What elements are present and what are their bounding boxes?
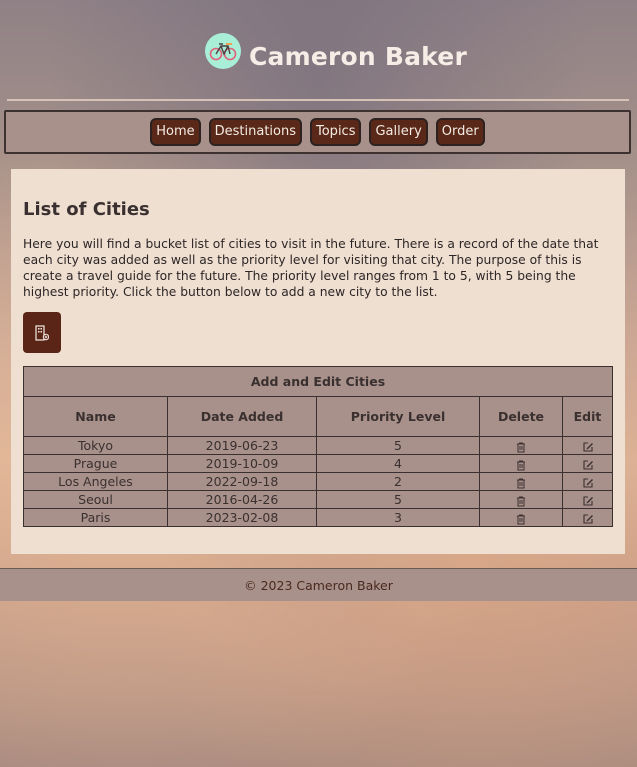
priority-cell: 5	[316, 490, 480, 509]
delete-cell	[479, 472, 563, 491]
footer-copyright: © 2023 Cameron Baker	[244, 577, 393, 593]
priority-cell: 4	[316, 454, 480, 473]
trash-icon[interactable]	[515, 459, 527, 471]
column-header-delete: Delete	[479, 396, 563, 437]
priority-cell: 2	[316, 472, 480, 491]
table-row: Seoul 2016-04-26 5	[23, 490, 613, 509]
cities-table: Add and Edit Cities Name Date Added Prio…	[23, 366, 613, 527]
priority-cell: 5	[316, 436, 480, 455]
delete-cell	[479, 436, 563, 455]
content-panel: List of Cities Here you will find a buck…	[11, 169, 625, 554]
table-row: Paris 2023-02-08 3	[23, 508, 613, 527]
city-name-cell: Prague	[23, 454, 168, 473]
city-name-cell: Tokyo	[23, 436, 168, 455]
edit-icon[interactable]	[582, 513, 594, 525]
city-name-cell: Los Angeles	[23, 472, 168, 491]
table-caption: Add and Edit Cities	[23, 366, 613, 397]
date-added-cell: 2022-09-18	[167, 472, 317, 491]
header-divider	[7, 99, 629, 101]
column-header-edit: Edit	[562, 396, 613, 437]
site-header: Cameron Baker	[0, 0, 637, 101]
delete-cell	[479, 508, 563, 527]
priority-cell: 3	[316, 508, 480, 527]
trash-icon[interactable]	[515, 513, 527, 525]
trash-icon[interactable]	[515, 441, 527, 453]
building-add-icon	[35, 324, 49, 341]
table-row: Tokyo 2019-06-23 5	[23, 436, 613, 455]
edit-cell	[562, 490, 613, 509]
date-added-cell: 2019-10-09	[167, 454, 317, 473]
column-header-name: Name	[23, 396, 168, 437]
nav-order-button[interactable]: Order	[435, 118, 485, 146]
nav-topics-button[interactable]: Topics	[310, 118, 362, 146]
nav-destinations-button[interactable]: Destinations	[208, 118, 302, 146]
edit-cell	[562, 436, 613, 455]
add-city-button[interactable]	[23, 312, 61, 353]
bicycle-logo-icon[interactable]	[205, 33, 241, 69]
edit-cell	[562, 454, 613, 473]
column-header-date-added: Date Added	[167, 396, 317, 437]
edit-icon[interactable]	[582, 459, 594, 471]
edit-cell	[562, 508, 613, 527]
city-name-cell: Seoul	[23, 490, 168, 509]
city-name-cell: Paris	[23, 508, 168, 527]
site-footer: © 2023 Cameron Baker	[0, 568, 637, 601]
delete-cell	[479, 454, 563, 473]
nav-home-button[interactable]: Home	[150, 118, 201, 146]
date-added-cell: 2016-04-26	[167, 490, 317, 509]
edit-icon[interactable]	[582, 441, 594, 453]
nav-gallery-button[interactable]: Gallery	[369, 118, 428, 146]
date-added-cell: 2023-02-08	[167, 508, 317, 527]
edit-icon[interactable]	[582, 477, 594, 489]
edit-icon[interactable]	[582, 495, 594, 507]
intro-paragraph: Here you will find a bucket list of citi…	[23, 237, 599, 299]
site-title: Cameron Baker	[249, 42, 467, 71]
column-header-priority-level: Priority Level	[316, 396, 480, 437]
table-row: Los Angeles 2022-09-18 2	[23, 472, 613, 491]
delete-cell	[479, 490, 563, 509]
edit-cell	[562, 472, 613, 491]
trash-icon[interactable]	[515, 495, 527, 507]
main-nav: Home Destinations Topics Gallery Order	[4, 110, 631, 154]
trash-icon[interactable]	[515, 477, 527, 489]
table-row: Prague 2019-10-09 4	[23, 454, 613, 473]
page-title: List of Cities	[23, 199, 150, 220]
date-added-cell: 2019-06-23	[167, 436, 317, 455]
